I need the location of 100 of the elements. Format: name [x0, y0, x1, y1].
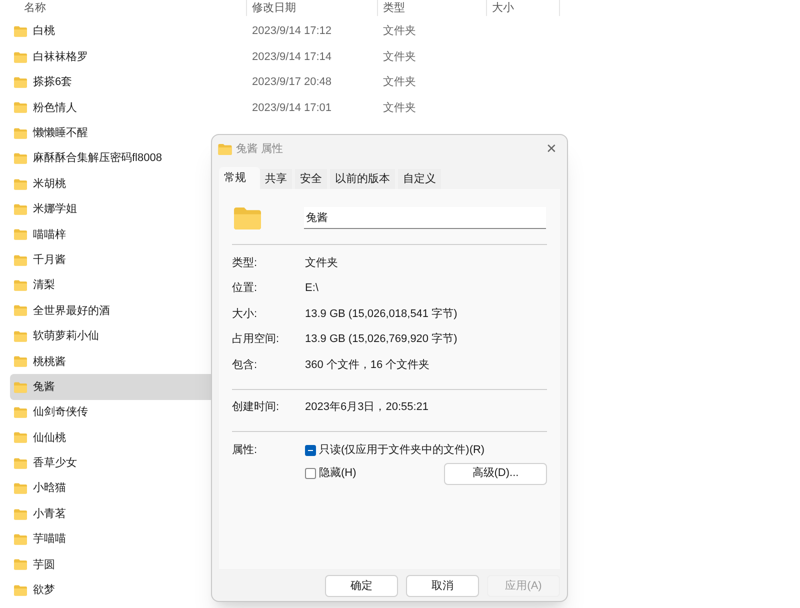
- modified-date: 2023/9/14 17:14: [252, 50, 332, 65]
- tab[interactable]: 自定义: [398, 169, 441, 189]
- tab[interactable]: 常规: [219, 167, 260, 189]
- folder-icon: [14, 254, 27, 266]
- file-row[interactable]: 米娜学姐: [10, 196, 221, 222]
- dialog-button[interactable]: 确定: [325, 575, 398, 597]
- folder-icon: [14, 178, 27, 190]
- folder-icon: [14, 584, 27, 596]
- file-type: 文件夹: [383, 50, 416, 65]
- file-name: 懒懒睡不醒: [33, 126, 88, 141]
- file-row[interactable]: 懒懒睡不醒: [10, 120, 221, 146]
- folder-icon: [14, 382, 27, 393]
- file-row[interactable]: 白袜袜格罗: [10, 44, 221, 70]
- file-name: 清梨: [33, 278, 55, 294]
- file-row[interactable]: 全世界最好的酒: [10, 298, 221, 324]
- dialog-button[interactable]: 取消: [406, 575, 479, 597]
- file-name: 白袜袜格罗: [33, 50, 88, 65]
- column-header[interactable]: 名称: [24, 0, 46, 16]
- file-row[interactable]: 小青茗: [10, 501, 221, 527]
- folder-icon: [14, 432, 27, 444]
- column-header[interactable]: 类型: [383, 0, 405, 16]
- file-row[interactable]: 芋喵喵: [10, 526, 221, 552]
- file-name: 小晗猫: [33, 481, 66, 496]
- tab[interactable]: 安全: [295, 169, 327, 189]
- file-type: 文件夹: [383, 100, 416, 116]
- checkbox[interactable]: 隐藏(H): [305, 465, 356, 482]
- modified-date: 2023/9/14 17:01: [252, 100, 332, 116]
- dialog-button: 应用(A): [487, 575, 560, 597]
- file-row[interactable]: 千月酱: [10, 248, 221, 273]
- folder-icon: [14, 534, 27, 545]
- folder-icon: [14, 204, 27, 215]
- file-name: 米胡桃: [33, 176, 66, 192]
- file-row[interactable]: 软萌萝莉小仙: [10, 324, 221, 350]
- checkbox[interactable]: 只读(仅应用于文件夹中的文件)(R): [305, 442, 485, 459]
- file-row[interactable]: 粉色情人: [10, 95, 221, 121]
- property-label: 位置:: [232, 281, 258, 296]
- column-header[interactable]: 修改日期: [252, 0, 296, 16]
- folder-icon: [14, 483, 27, 494]
- file-name: 香草少女: [33, 456, 77, 472]
- folder-icon: [234, 206, 261, 230]
- property-label: 大小:: [232, 306, 258, 322]
- tab[interactable]: 共享: [260, 169, 292, 189]
- advanced-button[interactable]: 高级(D)...: [444, 462, 547, 484]
- folder-icon: [14, 508, 27, 520]
- folder-icon: [14, 559, 27, 570]
- tab[interactable]: 以前的版本: [330, 169, 395, 189]
- file-name: 芋圆: [33, 558, 55, 573]
- property-label: 类型:: [232, 256, 258, 270]
- modified-date: 2023/9/14 17:12: [252, 24, 332, 40]
- file-row[interactable]: 小晗猫: [10, 476, 221, 502]
- column-header[interactable]: 大小: [492, 0, 514, 16]
- property-value: 文件夹: [305, 256, 338, 270]
- file-row[interactable]: 清梨: [10, 272, 221, 298]
- file-row[interactable]: 白桃: [10, 19, 221, 44]
- file-row[interactable]: 仙剑奇侠传: [10, 400, 221, 426]
- file-row[interactable]: 搽搽6套: [10, 70, 221, 96]
- file-name: 麻酥酥合集解压密码fl8008: [33, 150, 162, 166]
- file-row[interactable]: 米胡桃: [10, 171, 221, 197]
- file-name: 仙剑奇侠传: [33, 405, 88, 420]
- file-name: 喵喵梓: [33, 228, 66, 243]
- folder-icon: [14, 356, 27, 368]
- folder-icon: [14, 305, 27, 316]
- folder-icon: [14, 52, 27, 63]
- file-name: 仙仙桃: [33, 430, 66, 446]
- property-value: 2023年6月3日，20:55:21: [305, 400, 429, 415]
- property-value: E:\: [305, 281, 318, 296]
- file-name: 小青茗: [33, 506, 66, 522]
- modified-date: 2023/9/17 20:48: [252, 75, 332, 90]
- file-row[interactable]: 桃桃酱: [10, 349, 221, 374]
- folder-icon: [14, 407, 27, 418]
- file-name: 白桃: [33, 24, 55, 40]
- property-label: 包含:: [232, 358, 258, 372]
- folder-icon: [218, 144, 232, 154]
- file-row[interactable]: 欲梦: [10, 578, 221, 603]
- property-label: 创建时间:: [232, 400, 280, 415]
- property-value: 13.9 GB (15,026,769,920 字节): [305, 332, 458, 347]
- file-name: 搽搽6套: [33, 75, 72, 90]
- file-name: 兔酱: [33, 380, 55, 395]
- folder-icon: [14, 330, 27, 342]
- file-name: 芋喵喵: [33, 532, 66, 548]
- file-name: 米娜学姐: [33, 202, 77, 218]
- file-name: 粉色情人: [33, 100, 77, 116]
- file-name: 全世界最好的酒: [33, 304, 110, 319]
- file-row[interactable]: 仙仙桃: [10, 425, 221, 451]
- file-name: 软萌萝莉小仙: [33, 329, 99, 344]
- file-type: 文件夹: [383, 74, 416, 90]
- file-name: 欲梦: [33, 583, 55, 598]
- file-row[interactable]: 喵喵梓: [10, 222, 221, 248]
- close-button[interactable]: ✕: [546, 139, 557, 159]
- folder-icon: [14, 458, 27, 469]
- name-field[interactable]: 兔酱: [304, 207, 546, 229]
- folder-icon: [14, 153, 27, 164]
- property-label: 属性:: [232, 443, 258, 458]
- file-row[interactable]: 芋圆: [10, 552, 221, 578]
- folder-icon: [14, 26, 27, 38]
- window-title: 兔酱 属性: [236, 142, 284, 157]
- property-value: 13.9 GB (15,026,018,541 字节): [305, 306, 458, 322]
- file-row[interactable]: 麻酥酥合集解压密码fl8008: [10, 146, 221, 172]
- file-row[interactable]: 香草少女: [10, 450, 221, 476]
- property-value: 360 个文件，16 个文件夹: [305, 358, 430, 372]
